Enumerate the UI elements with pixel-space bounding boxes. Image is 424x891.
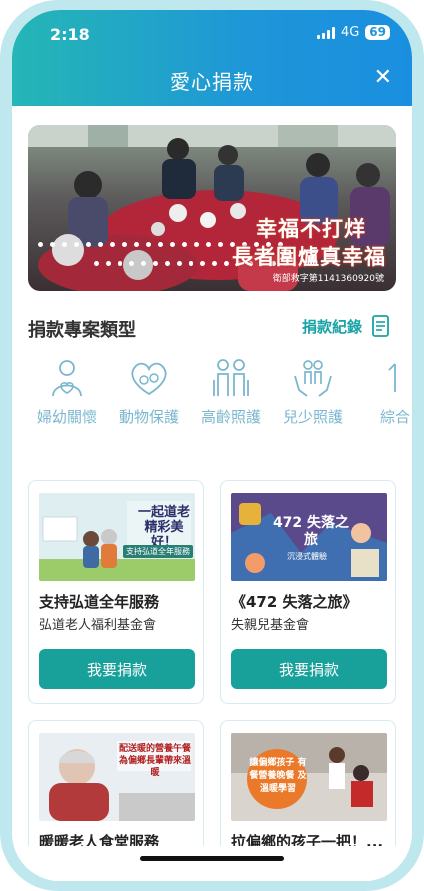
header-bar: 2:18 4G 69 愛心捐款 ✕ bbox=[12, 10, 412, 106]
elderly-icon bbox=[213, 359, 249, 396]
mother-child-icon bbox=[52, 360, 82, 397]
banner-permit-number: 衛部救字第1141360920號 bbox=[272, 274, 384, 284]
project-image-text: 472 失落之旅 bbox=[272, 515, 350, 548]
status-time: 2:18 bbox=[50, 25, 90, 44]
donate-button[interactable]: 我要捐款 bbox=[231, 649, 387, 689]
network-label: 4G bbox=[340, 25, 360, 40]
project-card[interactable]: 472 失落之旅 沉浸式體驗 《472 失落之旅》 失親兒基金會 我要捐款 bbox=[220, 480, 396, 704]
banner-headline-1: 幸福不打烊 bbox=[256, 217, 366, 241]
project-image: 讓偏鄉孩子 有餐營養晚餐 及溫暖學習 bbox=[231, 733, 387, 821]
status-indicators: 4G 69 bbox=[316, 25, 390, 40]
project-image-text: 一起道老 精彩美好！ bbox=[137, 505, 190, 550]
general-icon bbox=[388, 363, 396, 392]
project-image: 一起道老 精彩美好！ 支持弘道全年服務 bbox=[39, 493, 195, 581]
donation-history-link[interactable]: 捐款紀錄 bbox=[302, 314, 392, 338]
project-card[interactable]: 一起道老 精彩美好！ 支持弘道全年服務 支持弘道全年服務 弘道老人福利基金會 我… bbox=[28, 480, 204, 704]
category-mother-child[interactable]: 婦幼關懷 bbox=[26, 356, 108, 436]
category-general[interactable]: 綜合 bbox=[354, 356, 412, 436]
category-label: 動物保護 bbox=[118, 408, 179, 426]
project-organization: 失親兒基金會 bbox=[231, 618, 310, 633]
category-list: 婦幼關懷 動物保護 高齡照護 兒少照護 綜合 bbox=[26, 356, 412, 436]
signal-icon bbox=[316, 26, 335, 39]
donate-button[interactable]: 我要捐款 bbox=[39, 649, 195, 689]
project-image: 配送暖的營養午餐 為偏鄉長輩帶來溫暖 bbox=[39, 733, 195, 821]
section-title: 捐款專案類型 bbox=[28, 320, 136, 341]
category-elderly[interactable]: 高齡照護 bbox=[190, 356, 272, 436]
project-image-text: 讓偏鄉孩子 有餐營養晚餐 及溫暖學習 bbox=[249, 758, 307, 794]
home-indicator[interactable] bbox=[140, 856, 284, 861]
project-image-subtext: 沉浸式體驗 bbox=[287, 552, 327, 561]
project-title: 支持弘道全年服務 bbox=[39, 593, 160, 611]
children-hands-icon bbox=[294, 360, 332, 397]
banner-headline-2: 長者圍爐真幸福 bbox=[232, 245, 386, 269]
receipt-icon bbox=[372, 315, 389, 337]
project-title: 《472 失落之旅》 bbox=[231, 593, 358, 611]
battery-icon: 69 bbox=[365, 25, 390, 40]
category-label: 婦幼關懷 bbox=[36, 408, 97, 426]
category-animal[interactable]: 動物保護 bbox=[108, 356, 190, 436]
app-screen: 2:18 4G 69 愛心捐款 ✕ 幸福不打烊 長者圍爐真幸福 衛部救字第114… bbox=[12, 10, 412, 881]
category-label: 高齡照護 bbox=[200, 408, 261, 426]
category-children[interactable]: 兒少照護 bbox=[272, 356, 354, 436]
promo-banner[interactable]: 幸福不打烊 長者圍爐真幸福 衛部救字第1141360920號 bbox=[28, 125, 396, 291]
page-title: 愛心捐款 bbox=[170, 70, 254, 94]
donation-history-label: 捐款紀錄 bbox=[301, 317, 362, 336]
project-image-subtext: 支持弘道全年服務 bbox=[123, 545, 193, 558]
project-image: 472 失落之旅 沉浸式體驗 bbox=[231, 493, 387, 581]
project-organization: 弘道老人福利基金會 bbox=[39, 618, 157, 633]
bottom-safe-area bbox=[12, 846, 412, 881]
phone-frame: 2:18 4G 69 愛心捐款 ✕ 幸福不打烊 長者圍爐真幸福 衛部救字第114… bbox=[0, 0, 424, 891]
project-image-text: 配送暖的營養午餐 為偏鄉長輩帶來溫暖 bbox=[118, 744, 191, 778]
animal-heart-icon bbox=[131, 362, 167, 396]
category-label: 兒少照護 bbox=[282, 408, 343, 426]
category-label: 綜合 bbox=[379, 408, 410, 426]
close-icon[interactable]: ✕ bbox=[374, 65, 392, 90]
